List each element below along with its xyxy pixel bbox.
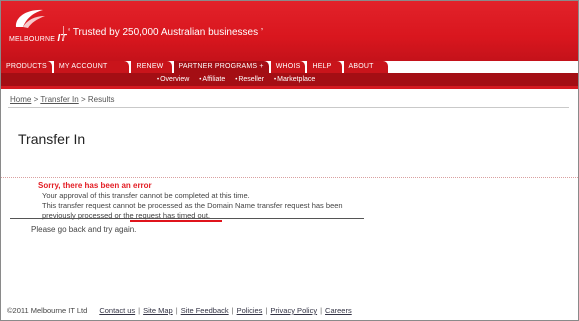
- subnav-overview[interactable]: Overview: [157, 73, 189, 86]
- breadcrumb-separator: >: [31, 95, 41, 104]
- header-tagline: ‘ Trusted by 250,000 Australian business…: [68, 27, 264, 38]
- nav-tab-help[interactable]: HELP: [307, 61, 342, 73]
- footer-link-policies[interactable]: Policies: [237, 306, 263, 315]
- error-line: Your approval of this transfer cannot be…: [42, 191, 250, 200]
- footer-separator: |: [231, 306, 234, 315]
- logo-wordmark: MELBOURNE IT: [9, 33, 67, 44]
- nav-tab-products[interactable]: PRODUCTS: [1, 61, 52, 73]
- footer-separator: |: [265, 306, 268, 315]
- try-again-message: Please go back and try again.: [31, 225, 137, 234]
- breadcrumb-separator: >: [78, 95, 88, 104]
- footer-link-contact[interactable]: Contact us: [99, 306, 135, 315]
- logo-divider: [63, 26, 64, 40]
- error-underline-rule: [10, 218, 364, 219]
- breadcrumb-home-link[interactable]: Home: [10, 95, 31, 104]
- footer-separator: |: [175, 306, 178, 315]
- melbourne-it-logo[interactable]: MELBOURNE IT: [9, 7, 66, 44]
- footer-link-privacy[interactable]: Privacy Policy: [270, 306, 317, 315]
- footer-link-careers[interactable]: Careers: [325, 306, 352, 315]
- breadcrumb-divider: [8, 107, 569, 108]
- subnav-marketplace[interactable]: Marketplace: [274, 73, 315, 86]
- nav-tab-about[interactable]: ABOUT: [343, 61, 388, 73]
- logo-small-text: MELBOURNE: [9, 36, 56, 43]
- logo-swoosh-icon: [15, 9, 45, 28]
- highlight-underline: [130, 220, 222, 222]
- nav-tab-partner-programs[interactable]: PARTNER PROGRAMS +: [173, 61, 269, 73]
- browser-page: MELBOURNE IT ‘ Trusted by 250,000 Austra…: [0, 0, 579, 321]
- breadcrumb: Home > Transfer In > Results: [10, 95, 115, 104]
- breadcrumb-transfer-link[interactable]: Transfer In: [40, 95, 78, 104]
- breadcrumb-current: Results: [87, 95, 115, 104]
- nav-tab-renew[interactable]: RENEW: [131, 61, 172, 73]
- page-title: Transfer In: [18, 131, 86, 147]
- footer-separator: |: [320, 306, 323, 315]
- site-footer: ©2011 Melbourne IT Ltd Contact us | Site…: [7, 306, 352, 315]
- error-heading: Sorry, there has been an error: [38, 181, 152, 190]
- footer-link-feedback[interactable]: Site Feedback: [181, 306, 229, 315]
- nav-tab-whois[interactable]: WHOIS: [270, 61, 306, 73]
- section-divider: [1, 177, 578, 178]
- nav-tab-my-account[interactable]: MY ACCOUNT: [53, 61, 130, 73]
- sub-nav: Overview Affiliate Reseller Marketplace: [157, 73, 325, 86]
- header-bottom-strip: [1, 86, 578, 89]
- error-line: This transfer request cannot be processe…: [42, 201, 343, 210]
- footer-separator: |: [138, 306, 141, 315]
- site-header: MELBOURNE IT ‘ Trusted by 250,000 Austra…: [1, 1, 578, 61]
- footer-copyright: ©2011 Melbourne IT Ltd: [7, 306, 88, 315]
- footer-link-sitemap[interactable]: Site Map: [143, 306, 173, 315]
- error-message: Your approval of this transfer cannot be…: [42, 191, 343, 221]
- subnav-reseller[interactable]: Reseller: [235, 73, 264, 86]
- subnav-affiliate[interactable]: Affiliate: [199, 73, 225, 86]
- logo-big-text: IT: [57, 33, 67, 44]
